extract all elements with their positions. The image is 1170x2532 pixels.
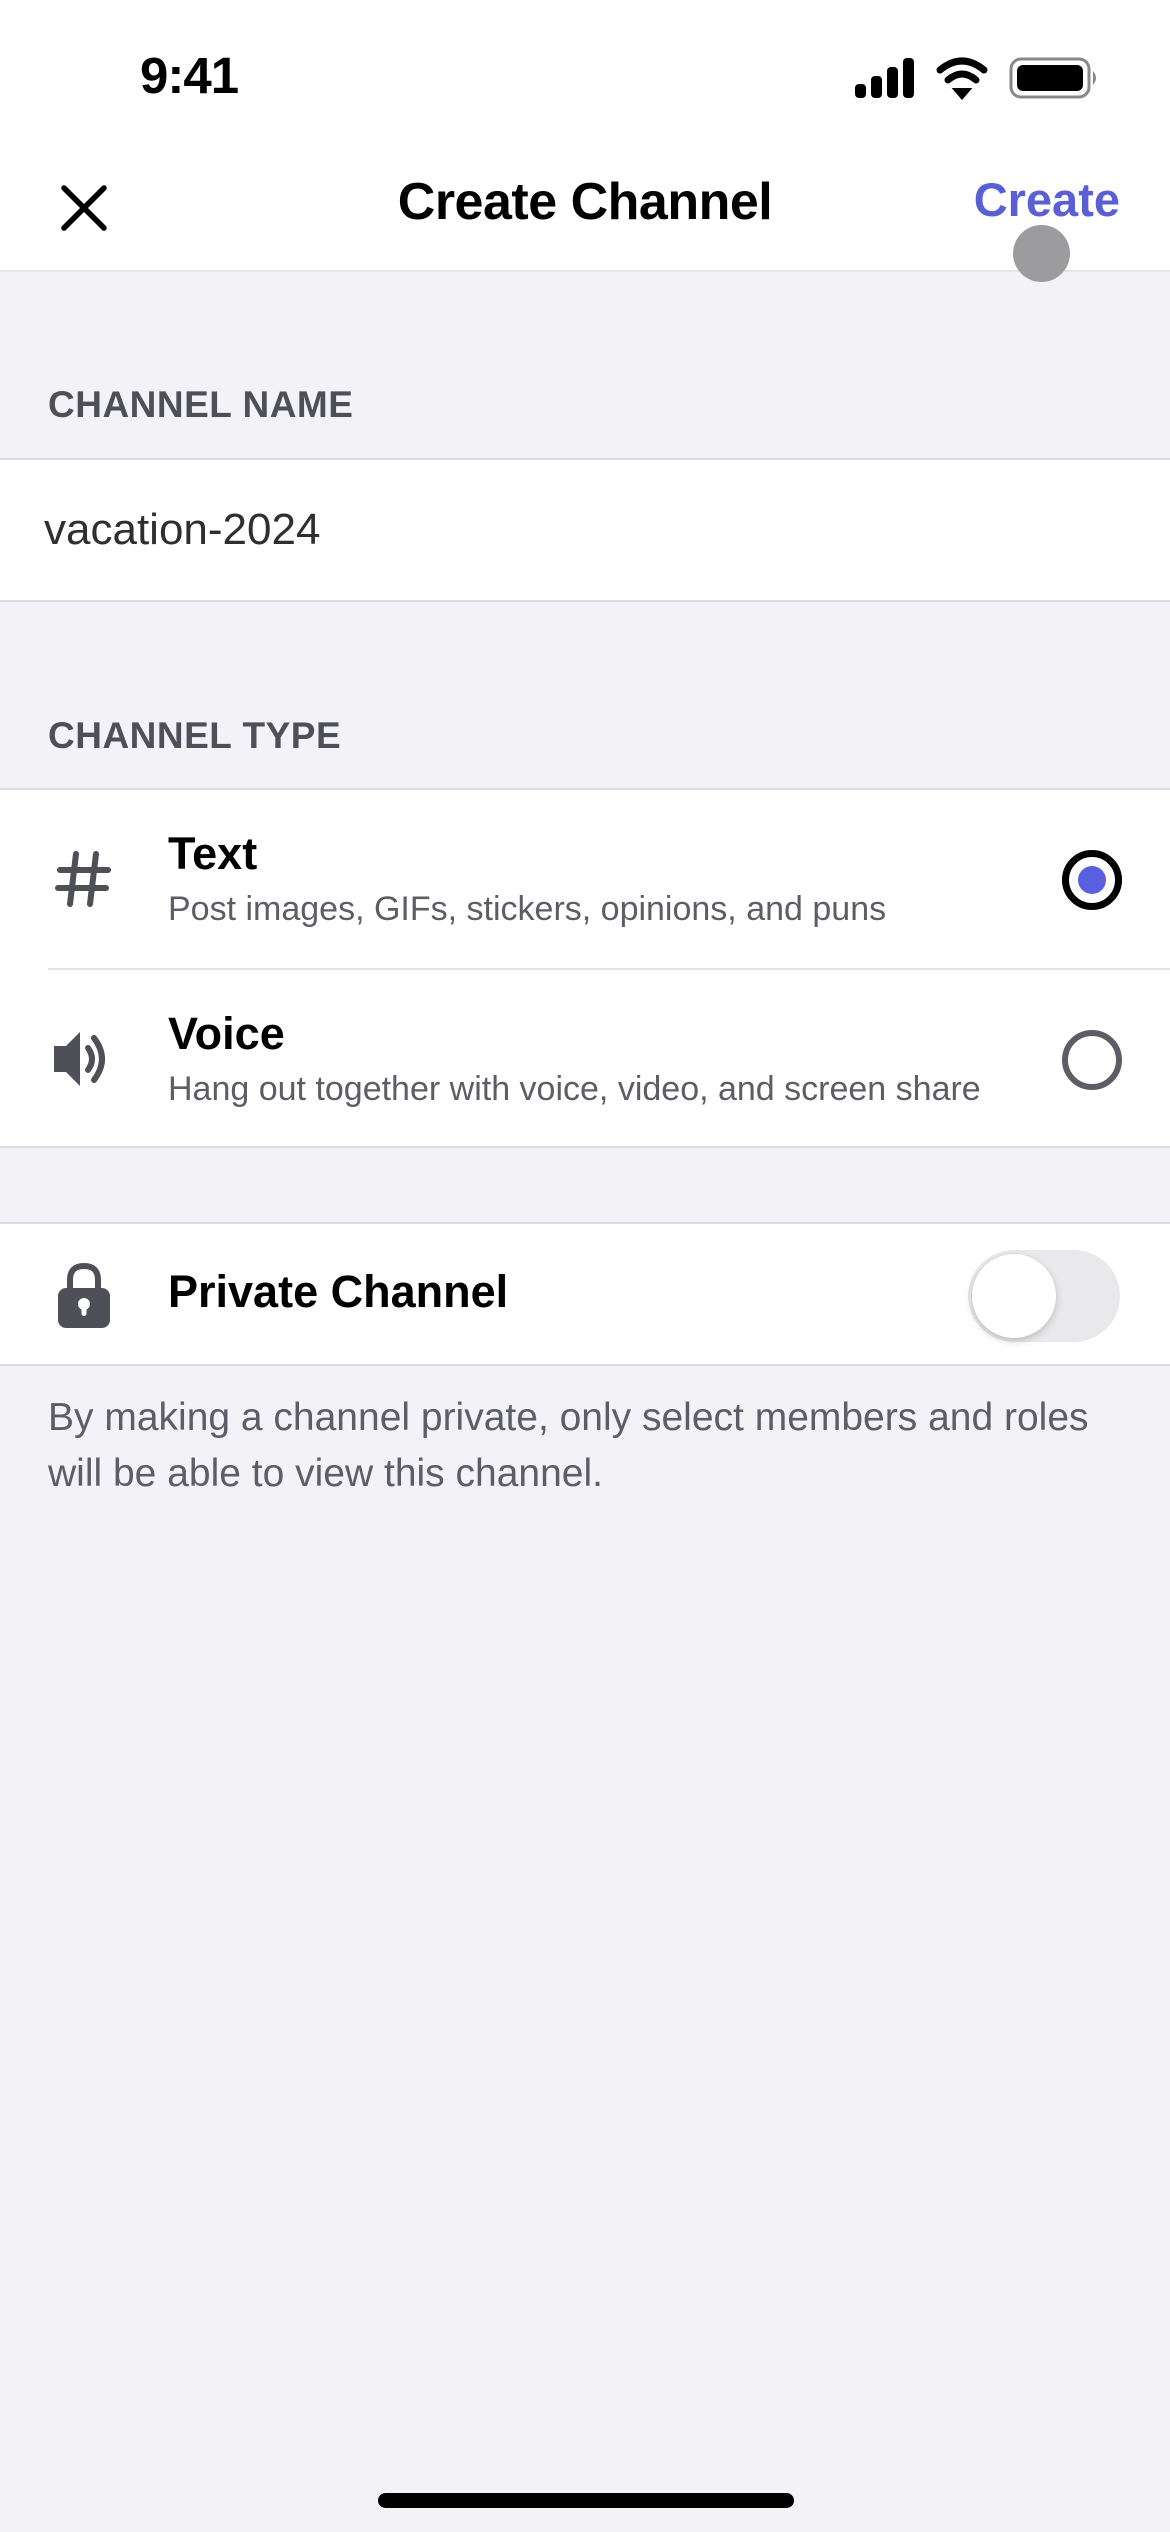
wifi-icon (936, 57, 988, 101)
channel-type-option-voice[interactable]: Voice Hang out together with voice, vide… (0, 970, 1170, 1148)
option-title: Voice (168, 1008, 285, 1059)
radio-selected[interactable] (1062, 850, 1122, 910)
channel-type-list: Text Post images, GIFs, stickers, opinio… (0, 788, 1170, 1148)
home-indicator[interactable] (378, 2493, 794, 2508)
status-icons (855, 56, 1125, 101)
channel-type-label: CHANNEL TYPE (48, 715, 342, 756)
radio-unselected[interactable] (1062, 1030, 1122, 1090)
touch-indicator (1013, 225, 1070, 282)
lock-icon (58, 1262, 110, 1328)
cellular-signal-icon (855, 58, 914, 98)
create-button[interactable]: Create (974, 172, 1120, 227)
nav-bar: Create Channel Create (0, 150, 1170, 272)
private-channel-row: Private Channel (0, 1222, 1170, 1366)
option-title: Text (168, 828, 258, 879)
channel-name-label: CHANNEL NAME (48, 384, 354, 425)
option-description: Post images, GIFs, stickers, opinions, a… (168, 890, 887, 928)
speaker-icon (54, 1032, 105, 1086)
channel-name-input[interactable] (44, 460, 1124, 600)
status-bar: 9:41 (0, 0, 1170, 150)
hash-icon (55, 851, 111, 907)
private-channel-note: By making a channel private, only select… (48, 1396, 1089, 1495)
battery-icon (1009, 57, 1096, 99)
private-channel-label: Private Channel (168, 1266, 509, 1317)
toggle-knob (972, 1254, 1056, 1338)
private-channel-toggle[interactable] (968, 1250, 1120, 1342)
status-time: 9:41 (140, 47, 239, 104)
channel-type-option-text[interactable]: Text Post images, GIFs, stickers, opinio… (0, 790, 1170, 970)
option-description: Hang out together with voice, video, and… (168, 1070, 981, 1108)
channel-name-row (0, 458, 1170, 602)
